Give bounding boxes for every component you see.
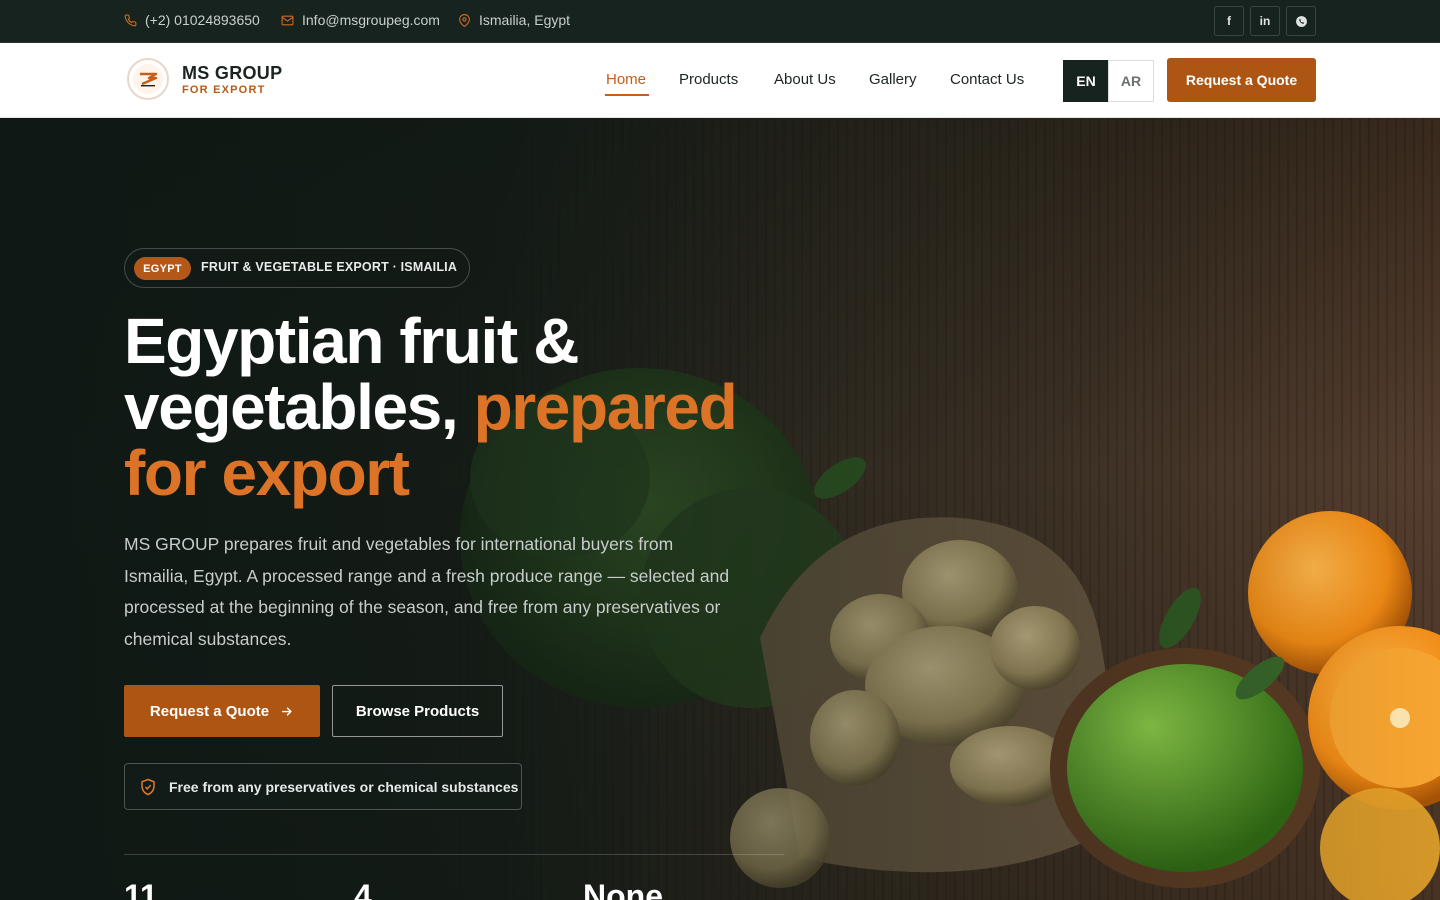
phone-contact[interactable]: (+2) 01024893650 bbox=[124, 12, 260, 28]
badge-text: Free from any preservatives or chemical … bbox=[169, 778, 519, 795]
hero-title-line3: for export bbox=[124, 437, 410, 509]
nav-contact-us[interactable]: Contact Us bbox=[950, 71, 1024, 88]
hero-title: Egyptian fruit & vegetables, prepared fo… bbox=[124, 308, 784, 506]
lang-ar-button[interactable]: AR bbox=[1108, 60, 1154, 102]
nav-about-us[interactable]: About Us bbox=[774, 71, 836, 88]
hero-request-quote-button[interactable]: Request a Quote bbox=[124, 685, 320, 737]
browse-products-button[interactable]: Browse Products bbox=[332, 685, 503, 737]
eyebrow-pill: EGYPT bbox=[134, 257, 191, 280]
phone-icon bbox=[124, 14, 137, 26]
map-pin-icon bbox=[459, 13, 470, 27]
linkedin-link[interactable]: in bbox=[1250, 6, 1280, 36]
stat-value-2: 4 bbox=[354, 878, 372, 900]
eyebrow-text: FRUIT & VEGETABLE EXPORT · ISMAILIA bbox=[201, 260, 458, 274]
hero-request-quote-label: Request a Quote bbox=[149, 702, 270, 720]
hero-title-line2b: prepared bbox=[473, 371, 738, 443]
arrow-right-icon bbox=[282, 706, 292, 716]
hero-section: EGYPT FRUIT & VEGETABLE EXPORT · ISMAILI… bbox=[0, 118, 1440, 900]
logo-icon bbox=[140, 72, 158, 87]
mail-icon bbox=[281, 15, 294, 25]
email-contact[interactable]: Info@msgroupeg.com bbox=[281, 12, 440, 28]
brand-name[interactable]: MS GROUP bbox=[182, 63, 282, 84]
request-quote-button[interactable]: Request a Quote bbox=[1167, 58, 1316, 102]
facebook-link[interactable]: f bbox=[1214, 6, 1244, 36]
stats-divider bbox=[124, 854, 784, 855]
preservative-free-badge: Free from any preservatives or chemical … bbox=[124, 763, 522, 810]
active-nav-indicator bbox=[605, 94, 649, 96]
nav-home[interactable]: Home bbox=[606, 71, 646, 88]
facebook-icon: f bbox=[1227, 14, 1231, 28]
phone-text: (+2) 01024893650 bbox=[145, 12, 260, 28]
brand-tagline: FOR EXPORT bbox=[182, 84, 266, 96]
nav-products[interactable]: Products bbox=[679, 71, 738, 88]
whatsapp-link[interactable] bbox=[1286, 6, 1316, 36]
hero-title-line1: Egyptian fruit & bbox=[124, 305, 579, 377]
brand-logo[interactable] bbox=[127, 58, 169, 100]
main-navbar: MS GROUP FOR EXPORT Home Products About … bbox=[0, 43, 1440, 118]
linkedin-icon: in bbox=[1259, 14, 1271, 28]
location-text: Ismailia, Egypt bbox=[479, 12, 571, 28]
shield-check-icon bbox=[141, 778, 155, 795]
hero-description: MS GROUP prepares fruit and vegetables f… bbox=[124, 534, 730, 649]
whatsapp-icon bbox=[1295, 15, 1307, 27]
email-text: Info@msgroupeg.com bbox=[302, 12, 440, 28]
hero-title-line2a: vegetables, bbox=[124, 371, 474, 443]
logo-emblem bbox=[133, 64, 163, 94]
location-contact: Ismailia, Egypt bbox=[458, 12, 570, 28]
nav-gallery[interactable]: Gallery bbox=[869, 71, 917, 88]
stat-value-1: 11 bbox=[124, 878, 158, 900]
top-contact-bar: (+2) 01024893650 Info@msgroupeg.com Isma… bbox=[0, 0, 1440, 43]
stat-value-3: None bbox=[583, 878, 663, 900]
hero-eyebrow: EGYPT FRUIT & VEGETABLE EXPORT · ISMAILI… bbox=[124, 248, 470, 288]
lang-en-button[interactable]: EN bbox=[1063, 60, 1109, 102]
